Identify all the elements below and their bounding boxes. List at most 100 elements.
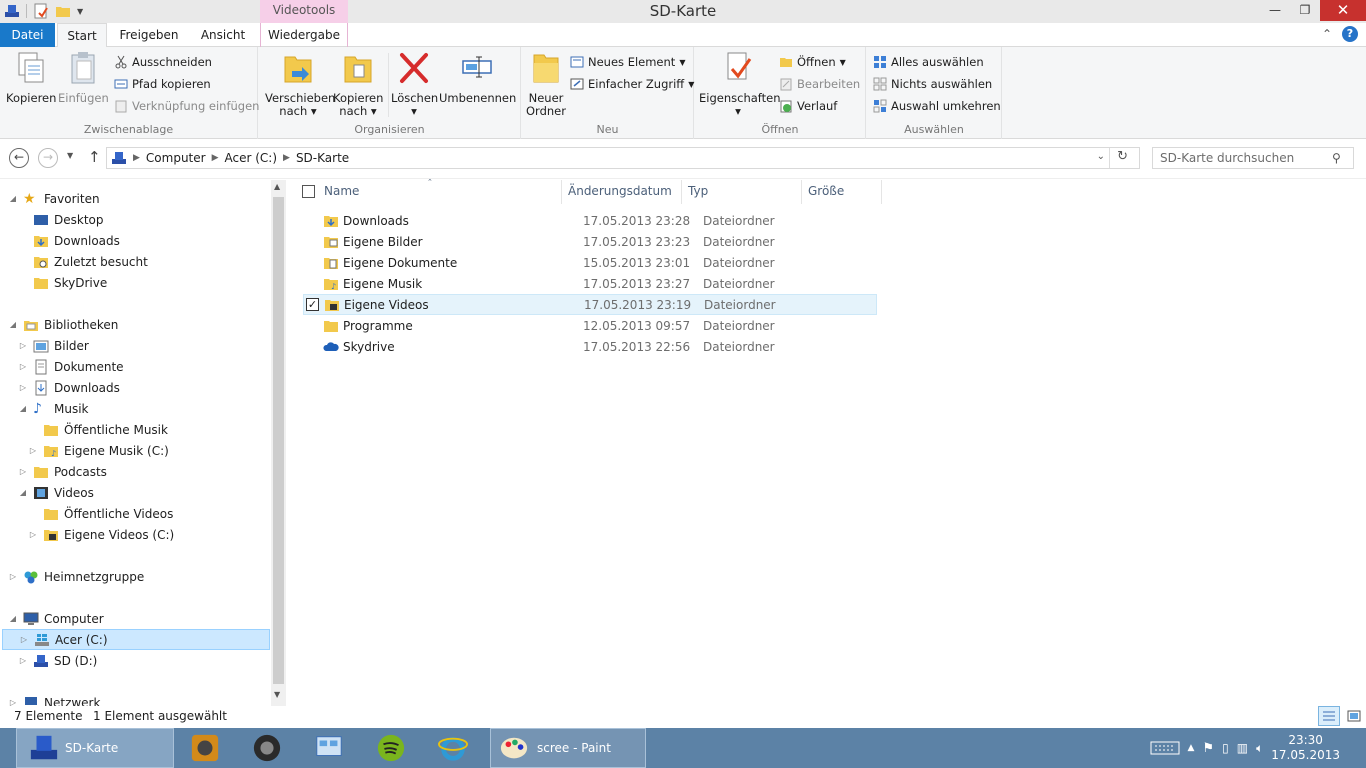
nav-item-lib-downloads[interactable]: ▷ Downloads	[18, 377, 120, 398]
copy-path-button[interactable]: Pfad kopieren	[114, 74, 211, 94]
breadcrumb-acer[interactable]: Acer (C:)	[225, 151, 278, 165]
nav-item-bibliotheken[interactable]: ◢ Bibliotheken	[8, 314, 118, 335]
nav-item-dokumente[interactable]: ▷ Dokumente	[18, 356, 124, 377]
open-button[interactable]: Öffnen ▼	[779, 52, 846, 72]
address-field[interactable]: ▶ Computer ▶ Acer (C:) ▶ SD-Karte ⌄ ↻	[106, 147, 1140, 169]
taskbar-spotify[interactable]	[376, 728, 412, 768]
nav-item-bilder[interactable]: ▷ Bilder	[18, 335, 89, 356]
taskbar-app-1[interactable]	[190, 728, 226, 768]
tab-wiedergabe[interactable]: Wiedergabe	[260, 23, 348, 47]
select-none-button[interactable]: Nichts auswählen	[873, 74, 992, 94]
large-icons-view-button[interactable]	[1344, 706, 1364, 726]
delete-button[interactable]: Löschen ▾	[391, 51, 438, 118]
table-row[interactable]: Eigene Bilder 17.05.2013 23:23 Dateiordn…	[303, 231, 877, 252]
rename-button[interactable]: Umbenennen	[439, 51, 516, 105]
breadcrumb-computer[interactable]: Computer	[146, 151, 206, 165]
table-row[interactable]: Programme 12.05.2013 09:57 Dateiordner	[303, 315, 877, 336]
nav-item-computer[interactable]: ◢ Computer	[8, 608, 104, 629]
nav-item-favoriten[interactable]: ◢ ★ Favoriten	[8, 188, 100, 209]
column-header-size[interactable]: Größe	[802, 180, 882, 204]
copy-button[interactable]: Kopieren	[6, 51, 56, 105]
action-center-flag-icon[interactable]: ⚑	[1202, 741, 1214, 756]
back-button[interactable]: ←	[9, 148, 29, 168]
history-button[interactable]: Verlauf	[779, 96, 837, 116]
volume-icon[interactable]: 🔈︎	[1256, 741, 1263, 756]
nav-item-acer[interactable]: ▷ Acer (C:)	[2, 629, 270, 650]
folder-icon	[324, 320, 338, 332]
new-folder-icon[interactable]	[55, 3, 71, 19]
paste-button[interactable]: Einfügen	[58, 51, 109, 105]
battery-icon[interactable]: ▯	[1222, 741, 1229, 755]
refresh-icon[interactable]: ↻	[1117, 149, 1128, 164]
copy-to-button[interactable]: Kopieren nach ▾	[333, 51, 383, 118]
select-all-button[interactable]: Alles auswählen	[873, 52, 984, 72]
nav-item-musik[interactable]: ◢ ♪ Musik	[18, 398, 89, 419]
tab-freigeben[interactable]: Freigeben	[115, 23, 183, 47]
tab-ansicht[interactable]: Ansicht	[192, 23, 254, 47]
maximize-button[interactable]: ❐	[1290, 0, 1320, 21]
table-row[interactable]: ♪ Eigene Musik 17.05.2013 23:27 Dateiord…	[303, 273, 877, 294]
select-all-checkbox[interactable]	[302, 185, 315, 198]
paste-shortcut-button[interactable]: Verknüpfung einfügen	[114, 96, 259, 116]
address-dropdown-icon[interactable]: ⌄	[1097, 151, 1105, 162]
table-row[interactable]: ✓ Eigene Videos 17.05.2013 23:19 Dateior…	[303, 294, 877, 315]
nav-item-podcasts[interactable]: ▷ Podcasts	[18, 461, 107, 482]
move-to-button[interactable]: Verschieben nach ▾	[265, 51, 335, 118]
new-item-button[interactable]: Neues Element ▼	[570, 52, 685, 72]
nav-item-downloads[interactable]: Downloads	[18, 230, 120, 251]
taskbar-explorer-button[interactable]: SD-Karte	[16, 728, 174, 768]
forward-button[interactable]: →	[38, 148, 58, 168]
nav-item-oeff-musik[interactable]: Öffentliche Musik	[28, 419, 168, 440]
table-row[interactable]: Skydrive 17.05.2013 22:56 Dateiordner	[303, 336, 877, 357]
nav-item-heimnetz[interactable]: ▷ Heimnetzgruppe	[8, 566, 144, 587]
column-header-name[interactable]: Name	[318, 180, 562, 204]
nav-item-videos[interactable]: ◢ Videos	[18, 482, 94, 503]
details-view-button[interactable]	[1318, 706, 1340, 726]
properties-button[interactable]: Eigenschaften ▾	[699, 51, 781, 118]
table-row[interactable]: Downloads 17.05.2013 23:28 Dateiordner	[303, 210, 877, 231]
search-icon[interactable]: ⚲	[1332, 151, 1341, 165]
up-icon[interactable]: ↑	[88, 148, 101, 166]
nav-item-skydrive[interactable]: SkyDrive	[18, 272, 107, 293]
close-button[interactable]: ✕	[1320, 0, 1366, 21]
minimize-button[interactable]: —	[1260, 0, 1290, 21]
nav-item-desktop[interactable]: Desktop	[18, 209, 104, 230]
table-row[interactable]: Eigene Dokumente 15.05.2013 23:01 Dateio…	[303, 252, 877, 273]
taskbar-internet-explorer[interactable]	[438, 728, 474, 768]
invert-selection-button[interactable]: Auswahl umkehren	[873, 96, 1001, 116]
taskbar-app-3[interactable]	[314, 728, 350, 768]
keyboard-icon[interactable]	[1150, 740, 1180, 756]
chevron-down-icon[interactable]: ▼	[77, 7, 83, 16]
clock[interactable]: 23:30 17.05.2013	[1271, 733, 1340, 763]
cut-button[interactable]: Ausschneiden	[114, 52, 212, 72]
nav-item-eigene-videos[interactable]: ▷ Eigene Videos (C:)	[28, 524, 174, 545]
taskbar-app-2[interactable]	[252, 728, 288, 768]
recent-locations-icon[interactable]: ▼	[67, 151, 73, 160]
help-icon[interactable]: ?	[1342, 26, 1358, 42]
nav-item-netzwerk[interactable]: ▷ Netzwerk	[8, 692, 100, 706]
drive-icon[interactable]	[4, 3, 20, 19]
column-header-date[interactable]: Änderungsdatum	[562, 180, 682, 204]
chevron-up-icon[interactable]: ⌃	[1322, 23, 1332, 45]
show-hidden-icons-icon[interactable]: ▲	[1188, 743, 1195, 753]
search-input[interactable]: SD-Karte durchsuchen	[1152, 147, 1354, 169]
tab-datei[interactable]: Datei	[0, 23, 55, 47]
easy-access-button[interactable]: Einfacher Zugriff ▼	[570, 74, 694, 94]
nav-item-sd[interactable]: ▷ SD (D:)	[18, 650, 97, 671]
properties-icon[interactable]	[33, 3, 49, 19]
column-header-type[interactable]: Typ	[682, 180, 802, 204]
network-signal-icon[interactable]: ▥	[1237, 741, 1248, 755]
row-checkbox[interactable]: ✓	[306, 298, 319, 311]
nav-scrollbar[interactable]: ▲ ▼	[271, 180, 286, 706]
scroll-thumb[interactable]	[273, 197, 284, 684]
scroll-down-icon[interactable]: ▼	[274, 690, 280, 699]
tab-start[interactable]: Start	[57, 23, 107, 48]
edit-button[interactable]: Bearbeiten	[779, 74, 860, 94]
scroll-up-icon[interactable]: ▲	[274, 182, 280, 191]
nav-item-eigene-musik[interactable]: ▷ ♪ Eigene Musik (C:)	[28, 440, 169, 461]
nav-item-oeff-videos[interactable]: Öffentliche Videos	[28, 503, 173, 524]
breadcrumb-sd-karte[interactable]: SD-Karte	[296, 151, 349, 165]
new-folder-button[interactable]: Neuer Ordner	[524, 51, 568, 118]
nav-item-zuletzt[interactable]: Zuletzt besucht	[18, 251, 148, 272]
taskbar-paint-button[interactable]: scree - Paint	[490, 728, 646, 768]
